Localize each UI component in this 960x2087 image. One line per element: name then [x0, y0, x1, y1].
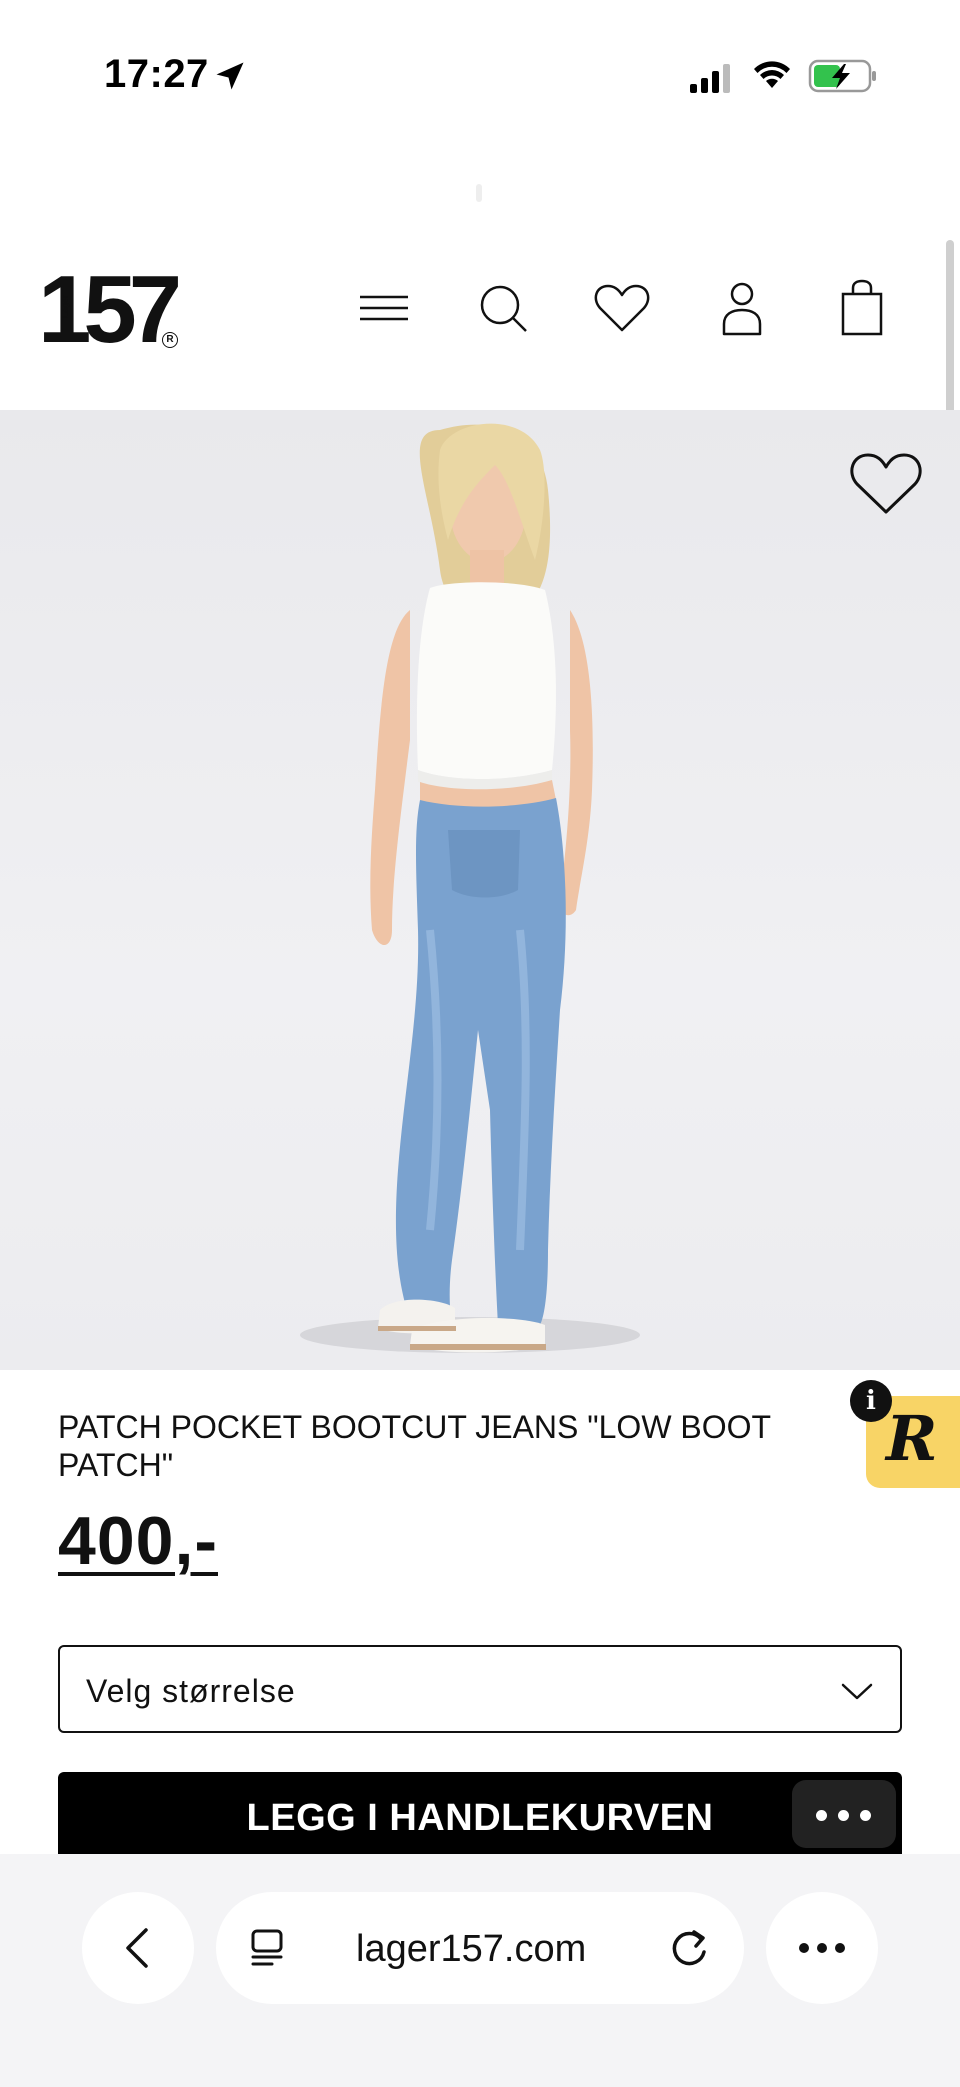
wifi-icon	[754, 61, 790, 88]
bag-icon[interactable]	[832, 278, 892, 338]
size-select[interactable]: Velg størrelse	[58, 1645, 902, 1733]
size-select-label: Velg størrelse	[86, 1673, 296, 1709]
search-icon[interactable]	[474, 278, 534, 338]
more-dot	[860, 1810, 871, 1821]
more-dot	[816, 1810, 827, 1821]
product-image[interactable]	[0, 410, 960, 1370]
chevron-left-icon	[126, 1928, 148, 1968]
address-bar[interactable]: lager157.com	[216, 1892, 744, 2004]
chevron-down-icon	[841, 1683, 873, 1700]
reviews-badge-letter: R	[886, 1402, 938, 1475]
logo-registered-mark: R	[162, 332, 178, 348]
back-button[interactable]	[82, 1892, 194, 2004]
product-price: 400,-	[58, 1503, 218, 1579]
heart-icon[interactable]	[592, 278, 652, 338]
user-icon[interactable]	[712, 278, 772, 338]
product-page: 17:27 157 Lager R PATCH POCKET BOOTCUT J…	[0, 0, 960, 2087]
url-text: lager157.com	[356, 1928, 587, 1970]
more-dot	[838, 1810, 849, 1821]
favorite-heart-icon[interactable]	[848, 448, 924, 518]
battery-charging-icon	[808, 59, 876, 93]
logo-small-text: Lager	[60, 294, 70, 318]
product-model-illustration	[300, 423, 640, 1353]
signal-icon	[690, 64, 730, 93]
more-horizontal-icon	[799, 1943, 845, 1953]
loading-indicator	[476, 184, 482, 202]
reload-icon[interactable]	[668, 1926, 712, 1970]
browser-menu-button[interactable]	[766, 1892, 878, 2004]
info-icon[interactable]: i	[850, 1380, 892, 1422]
menu-icon[interactable]	[354, 278, 414, 338]
floating-more-button[interactable]	[792, 1780, 896, 1848]
logo-number: 157	[38, 256, 182, 363]
status-bar: 17:27	[0, 0, 960, 160]
site-logo[interactable]: 157 Lager R	[38, 262, 188, 360]
status-time: 17:27	[104, 52, 209, 96]
add-to-cart-button[interactable]: LEGG I HANDLEKURVEN	[58, 1772, 902, 1854]
product-title: PATCH POCKET BOOTCUT JEANS "LOW BOOT PAT…	[58, 1409, 771, 1483]
location-arrow-icon	[216, 62, 244, 90]
reader-mode-icon[interactable]	[248, 1928, 288, 1968]
